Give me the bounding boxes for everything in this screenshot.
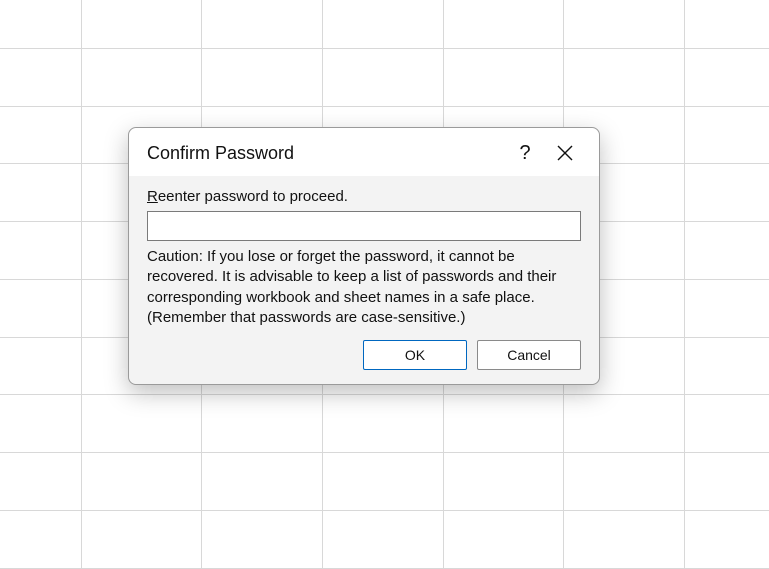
cell[interactable]: [685, 164, 769, 222]
cell[interactable]: [202, 453, 323, 511]
cell[interactable]: [685, 106, 769, 164]
instruction-accesskey: R: [147, 188, 158, 205]
password-input[interactable]: [147, 211, 581, 241]
instruction-text: eenter password to proceed.: [158, 188, 348, 205]
cell[interactable]: [0, 0, 81, 48]
cell[interactable]: [0, 279, 81, 337]
cell[interactable]: [202, 48, 323, 106]
cell[interactable]: [685, 0, 769, 48]
cell[interactable]: [685, 222, 769, 280]
cancel-button[interactable]: Cancel: [477, 340, 581, 370]
cell[interactable]: [323, 48, 444, 106]
cell[interactable]: [81, 395, 202, 453]
cell[interactable]: [0, 510, 81, 568]
cell[interactable]: [443, 48, 564, 106]
instruction-label: Reenter password to proceed.: [147, 188, 581, 205]
cell[interactable]: [0, 453, 81, 511]
cell[interactable]: [564, 453, 685, 511]
caution-text: Caution: If you lose or forget the passw…: [147, 247, 581, 328]
cell[interactable]: [81, 510, 202, 568]
cell[interactable]: [202, 0, 323, 48]
close-icon: [557, 145, 573, 161]
confirm-password-dialog: Confirm Password ? Reenter password to p…: [128, 127, 600, 385]
cell[interactable]: [685, 510, 769, 568]
cell[interactable]: [0, 106, 81, 164]
cell[interactable]: [323, 510, 444, 568]
cell[interactable]: [0, 164, 81, 222]
ok-button-label: OK: [405, 347, 425, 363]
cell[interactable]: [81, 48, 202, 106]
cell[interactable]: [323, 453, 444, 511]
cell[interactable]: [685, 395, 769, 453]
dialog-body: Reenter password to proceed. Caution: If…: [129, 176, 599, 384]
cell[interactable]: [0, 337, 81, 395]
button-row: OK Cancel: [147, 340, 581, 370]
help-icon: ?: [519, 142, 530, 165]
cell[interactable]: [685, 48, 769, 106]
close-button[interactable]: [545, 138, 585, 168]
cell[interactable]: [202, 395, 323, 453]
cell[interactable]: [685, 453, 769, 511]
cell[interactable]: [685, 337, 769, 395]
cell[interactable]: [0, 395, 81, 453]
cell[interactable]: [443, 510, 564, 568]
cell[interactable]: [81, 453, 202, 511]
cell[interactable]: [0, 48, 81, 106]
cell[interactable]: [443, 395, 564, 453]
cell[interactable]: [81, 0, 202, 48]
cell[interactable]: [564, 510, 685, 568]
cell[interactable]: [564, 0, 685, 48]
cell[interactable]: [443, 453, 564, 511]
cell[interactable]: [564, 395, 685, 453]
dialog-title: Confirm Password: [147, 143, 505, 164]
help-button[interactable]: ?: [505, 138, 545, 168]
cell[interactable]: [323, 0, 444, 48]
dialog-titlebar[interactable]: Confirm Password ?: [129, 128, 599, 176]
cell[interactable]: [323, 395, 444, 453]
cancel-button-label: Cancel: [507, 347, 551, 363]
cell[interactable]: [0, 222, 81, 280]
cell[interactable]: [564, 48, 685, 106]
cell[interactable]: [443, 0, 564, 48]
cell[interactable]: [202, 510, 323, 568]
ok-button[interactable]: OK: [363, 340, 467, 370]
cell[interactable]: [685, 279, 769, 337]
